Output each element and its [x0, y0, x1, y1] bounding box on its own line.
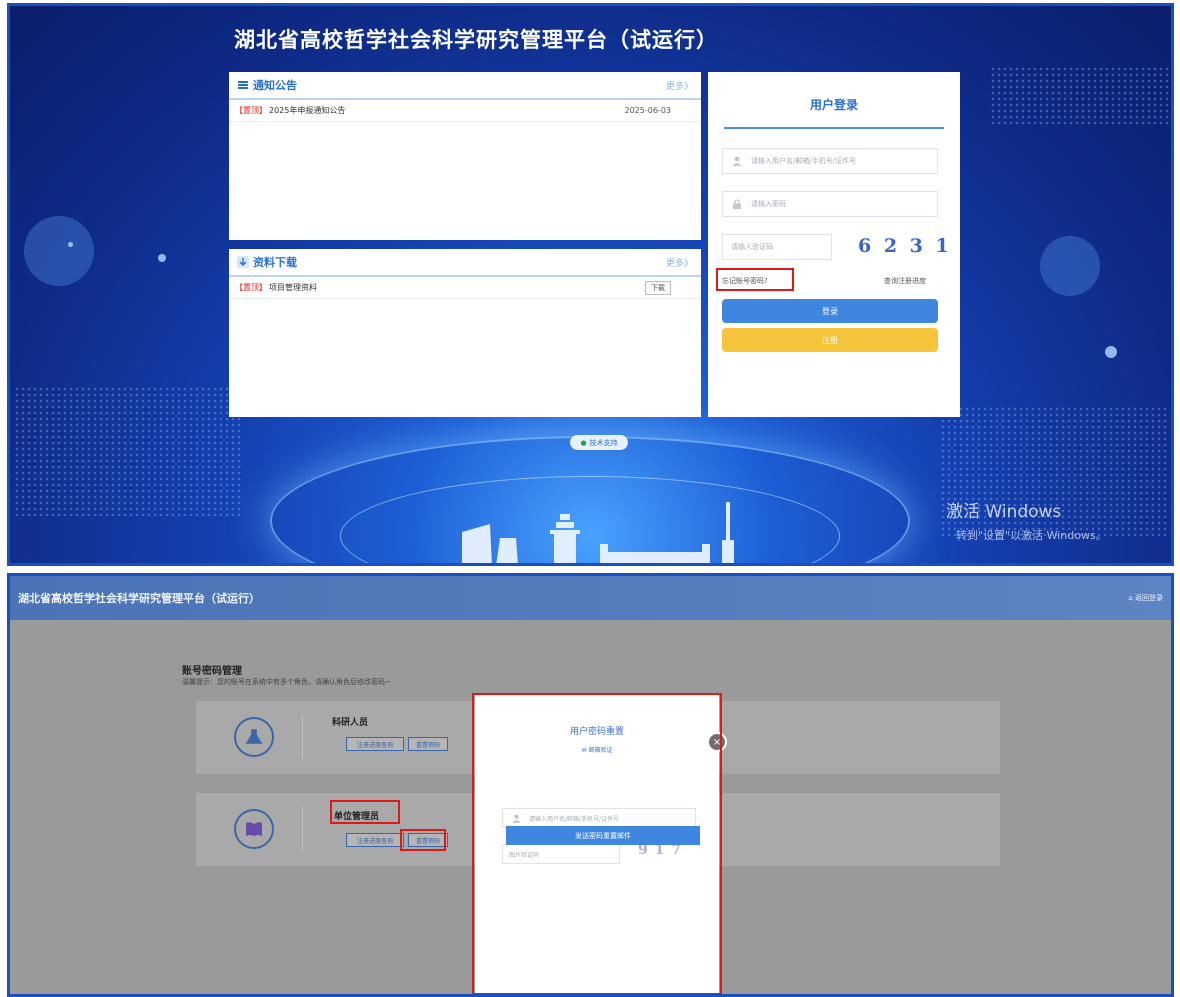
notice-more-link[interactable]: 更多》: [666, 79, 693, 92]
decor-hex: [1040, 236, 1100, 296]
user-icon: [723, 149, 751, 173]
download-panel-header: 资料下载 更多》: [229, 249, 701, 277]
download-item-text: 项目管理资料: [269, 283, 317, 292]
login-title-underline: [724, 127, 944, 129]
download-more-link[interactable]: 更多》: [666, 256, 693, 269]
top-header: 湖北省高校哲学社会科学研究管理平台（试运行） ⌂ 返回登录: [10, 576, 1171, 620]
decor-dots: [990, 66, 1170, 126]
city-skyline-icon: [462, 502, 734, 563]
password-input[interactable]: 请输入密码: [722, 191, 938, 217]
download-button[interactable]: 下载: [645, 280, 671, 295]
download-icon: [237, 256, 249, 268]
divider: [302, 807, 303, 851]
username-placeholder: 请输入用户名/邮箱/手机号/证件号: [751, 157, 857, 165]
pin-tag: 【置顶】: [235, 106, 267, 115]
highlight-box: [472, 693, 722, 994]
pin-tag: 【置顶】: [235, 283, 267, 292]
login-button[interactable]: 登录: [722, 299, 938, 323]
login-panel: 用户登录 请输入用户名/邮箱/手机号/证件号 请输入密码 请输入验证码 6 2 …: [708, 72, 960, 417]
role-name: 科研人员: [332, 718, 369, 728]
highlight-box: [400, 829, 446, 851]
decor-dots: [14, 386, 244, 516]
notice-item-text[interactable]: 2025年申报通知公告: [269, 105, 345, 116]
username-input[interactable]: 请输入用户名/邮箱/手机号/证件号: [722, 148, 938, 174]
back-to-login-link[interactable]: ⌂ 返回登录: [1128, 593, 1163, 603]
notice-item[interactable]: 【置顶】 2025年申报通知公告 2025-06-03: [229, 100, 701, 122]
highlight-box: [330, 800, 400, 824]
password-reset-screenshot: 湖北省高校哲学社会科学研究管理平台（试运行） ⌂ 返回登录 账号密码管理 温馨提…: [7, 573, 1174, 997]
decor-bubble: [158, 254, 166, 262]
decor-bubble: [68, 242, 73, 247]
register-button[interactable]: 注册: [722, 328, 938, 352]
captcha-placeholder: 请输入验证码: [731, 243, 773, 251]
tech-support-button[interactable]: ● 技术支持: [570, 435, 628, 450]
reset-password-button[interactable]: 重置密码: [408, 737, 448, 751]
header-title: 湖北省高校哲学社会科学研究管理平台（试运行）: [18, 592, 260, 605]
book-icon: [234, 809, 274, 849]
tech-support-label: 技术支持: [589, 438, 618, 447]
forgot-password-link[interactable]: 忘记账号密码?: [722, 276, 768, 286]
page-title: 湖北省高校哲学社会科学研究管理平台（试运行）: [234, 28, 718, 52]
home-icon: ⌂: [1128, 594, 1135, 602]
notice-panel-title: 通知公告: [253, 79, 297, 92]
query-progress-link[interactable]: 查询注册进度: [884, 276, 926, 286]
query-progress-button[interactable]: 注册进度查询: [346, 737, 404, 751]
notice-item-date: 2025-06-03: [624, 106, 672, 115]
captcha-input[interactable]: 请输入验证码: [722, 234, 832, 260]
back-to-login-label: 返回登录: [1135, 594, 1163, 602]
flask-icon: [234, 717, 274, 757]
lock-icon: [723, 192, 751, 216]
decor-hex: [24, 216, 94, 286]
download-item: 【置顶】 项目管理资料 下载: [229, 277, 701, 299]
notice-panel: 通知公告 更多》 【置顶】 2025年申报通知公告 2025-06-03: [229, 72, 701, 240]
list-icon: [238, 81, 248, 89]
divider: [302, 715, 303, 759]
windows-watermark-sub: 转到"设置"以激活 Windows。: [956, 529, 1107, 542]
query-progress-button[interactable]: 注册进度查询: [346, 833, 404, 847]
windows-watermark: 激活 Windows: [946, 502, 1062, 522]
login-page-screenshot: 湖北省高校哲学社会科学研究管理平台（试运行） 通知公告 更多》 【置顶】 202…: [7, 3, 1174, 566]
section-title: 账号密码管理: [182, 666, 242, 677]
download-panel: 资料下载 更多》 【置顶】 项目管理资料 下载: [229, 249, 701, 417]
wechat-icon: ●: [580, 438, 587, 447]
notice-panel-header: 通知公告 更多》: [229, 72, 701, 100]
download-panel-title: 资料下载: [253, 256, 297, 269]
captcha-image[interactable]: 6 2 3 1: [858, 235, 952, 257]
login-title: 用户登录: [809, 98, 858, 112]
hint-text: 温馨提示：您的账号在系统中有多个角色，请确认角色后修改密码~: [182, 678, 391, 686]
password-placeholder: 请输入密码: [751, 200, 786, 208]
decor-bubble: [1105, 346, 1117, 358]
